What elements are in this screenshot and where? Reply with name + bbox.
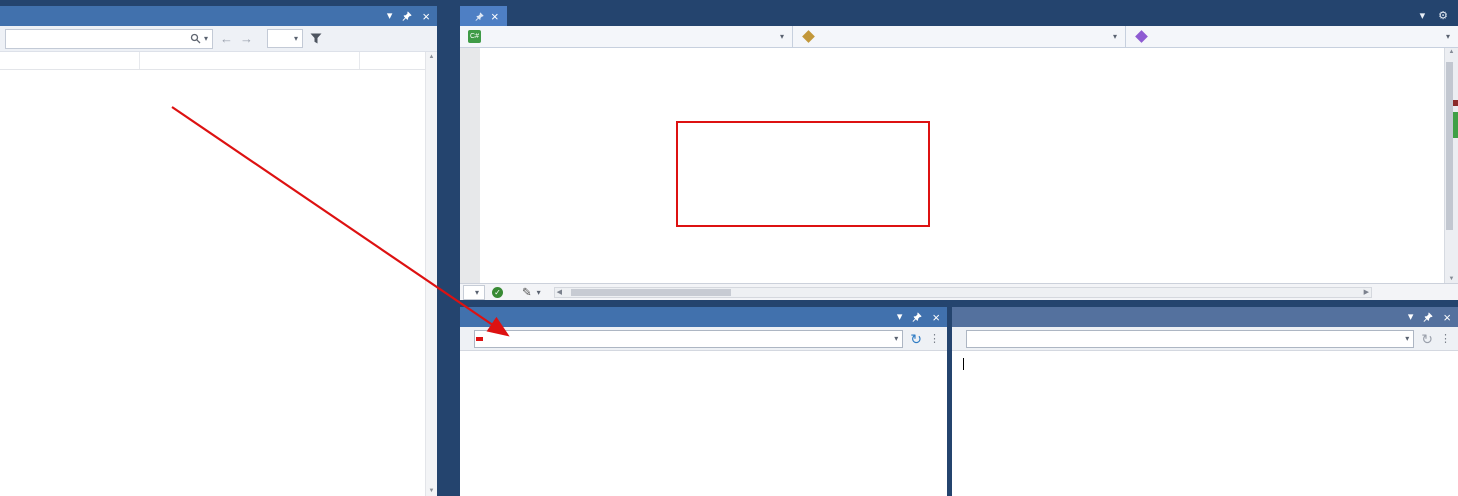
memory2-address-combo[interactable]: ▾: [966, 330, 1414, 348]
memory1-address-value: [476, 337, 483, 341]
memory2-toolbar: ▾ ↻ ⋮: [952, 327, 1458, 351]
text-cursor: [963, 358, 964, 370]
pin-icon[interactable]: [912, 312, 922, 322]
watch-titlebar: ▾ ×: [0, 6, 437, 26]
memory2-content[interactable]: [952, 351, 1458, 496]
pin-icon[interactable]: [402, 11, 412, 21]
editor-status-bar: ▾ ✓ ✎ ▾ ◀ ▶: [460, 283, 1458, 300]
toolbar-overflow-icon[interactable]: ⋮: [929, 332, 940, 345]
close-icon[interactable]: ×: [422, 10, 430, 23]
search-input[interactable]: [6, 32, 186, 46]
watch-header-row: [0, 52, 425, 70]
chevron-down-icon: ▾: [537, 288, 541, 297]
toolbar-overflow-icon[interactable]: ⋮: [1440, 332, 1451, 345]
search-depth-select[interactable]: ▾: [267, 29, 303, 48]
chevron-down-icon: ▾: [1446, 32, 1450, 41]
code-annotation-box: [676, 121, 930, 227]
project-dropdown[interactable]: C# ▾: [460, 26, 793, 47]
scroll-down-icon[interactable]: ▼: [1445, 276, 1458, 282]
refresh-icon[interactable]: ↻: [1421, 332, 1433, 346]
column-header-name[interactable]: [0, 52, 140, 69]
code-editor[interactable]: ▲ ▼: [460, 48, 1458, 283]
scroll-left-icon[interactable]: ◀: [557, 288, 562, 297]
pin-icon[interactable]: [1423, 312, 1433, 322]
memory1-content[interactable]: [460, 351, 947, 496]
type-dropdown[interactable]: ▾: [793, 26, 1126, 47]
column-header-type[interactable]: [360, 52, 425, 69]
refresh-icon[interactable]: ↻: [910, 332, 922, 346]
memory2-titlebar: ▾ ×: [952, 307, 1458, 327]
search-icon: [190, 33, 201, 44]
member-dropdown[interactable]: ▾: [1126, 26, 1458, 47]
method-icon: [1135, 30, 1148, 43]
document-health-indicator[interactable]: ✓: [485, 287, 515, 298]
scrollbar-change-mark: [1453, 112, 1458, 138]
scrollbar-thumb[interactable]: [571, 289, 731, 296]
code-lines: [460, 48, 1444, 50]
memory2-panel: ▾ × ▾ ↻ ⋮: [952, 307, 1458, 496]
search-prev-icon[interactable]: ←: [220, 31, 233, 46]
csharp-project-icon: C#: [468, 30, 481, 43]
memory1-toolbar: ▾ ↻ ⋮: [460, 327, 947, 351]
code-cleanup-button[interactable]: ✎ ▾: [515, 285, 548, 299]
watch-search-bar: ▾ ← → ▾: [0, 26, 437, 52]
chevron-down-icon[interactable]: ▾: [894, 334, 902, 343]
chevron-down-icon: ▾: [1113, 32, 1117, 41]
scroll-right-icon[interactable]: ▶: [1364, 288, 1369, 297]
watch-body: [0, 70, 425, 496]
window-position-icon[interactable]: ▾: [387, 11, 393, 22]
class-icon: [802, 30, 815, 43]
editor-panel: × ▾ ⚙ C# ▾ ▾ ▾: [460, 6, 1458, 300]
pen-icon: ✎: [522, 285, 532, 299]
document-tabstrip: × ▾ ⚙: [460, 6, 1458, 26]
search-next-icon[interactable]: →: [240, 31, 253, 46]
chevron-down-icon[interactable]: ▾: [1405, 334, 1413, 343]
check-icon: ✓: [492, 287, 503, 298]
scrollbar-breakpoint-mark: [1453, 100, 1458, 106]
window-position-icon[interactable]: ▾: [1408, 312, 1414, 323]
editor-navigation-bar: C# ▾ ▾ ▾: [460, 26, 1458, 48]
chevron-down-icon: ▾: [475, 288, 479, 297]
window-position-icon[interactable]: ▾: [897, 312, 903, 323]
editor-horizontal-scrollbar[interactable]: ◀ ▶: [554, 287, 1372, 298]
memory1-address-combo[interactable]: ▾: [474, 330, 903, 348]
watch-scrollbar[interactable]: ▲ ▼: [425, 52, 437, 496]
editor-vertical-scrollbar[interactable]: ▲ ▼: [1444, 48, 1458, 283]
memory1-panel: ▾ × ▾ ↻ ⋮: [460, 307, 947, 496]
watch-panel: ▾ × ▾ ← → ▾: [0, 6, 437, 496]
column-header-value[interactable]: [140, 52, 360, 69]
memory1-titlebar: ▾ ×: [460, 307, 947, 327]
pin-icon[interactable]: [475, 12, 484, 21]
gear-icon[interactable]: ⚙: [1438, 9, 1448, 22]
filter-icon[interactable]: [310, 33, 322, 44]
scroll-up-icon[interactable]: ▲: [1445, 49, 1458, 55]
close-icon[interactable]: ×: [932, 311, 940, 324]
add-watch-row[interactable]: [0, 70, 425, 87]
close-icon[interactable]: ×: [491, 9, 499, 24]
chevron-down-icon: ▾: [780, 32, 784, 41]
scroll-down-icon[interactable]: ▼: [429, 488, 435, 494]
zoom-select[interactable]: ▾: [463, 285, 485, 300]
tab-memorytestingcases[interactable]: ×: [460, 6, 507, 26]
scroll-up-icon[interactable]: ▲: [429, 54, 435, 60]
chevron-down-icon[interactable]: ▾: [204, 34, 208, 43]
chevron-down-icon[interactable]: ▾: [1420, 9, 1426, 22]
search-box[interactable]: ▾: [5, 29, 213, 49]
vs-debugger-window: ▾ × ▾ ← → ▾: [0, 0, 1458, 496]
scrollbar-thumb[interactable]: [1446, 62, 1453, 230]
close-icon[interactable]: ×: [1443, 311, 1451, 324]
breakpoint-margin[interactable]: [460, 48, 480, 283]
chevron-down-icon: ▾: [294, 34, 298, 43]
